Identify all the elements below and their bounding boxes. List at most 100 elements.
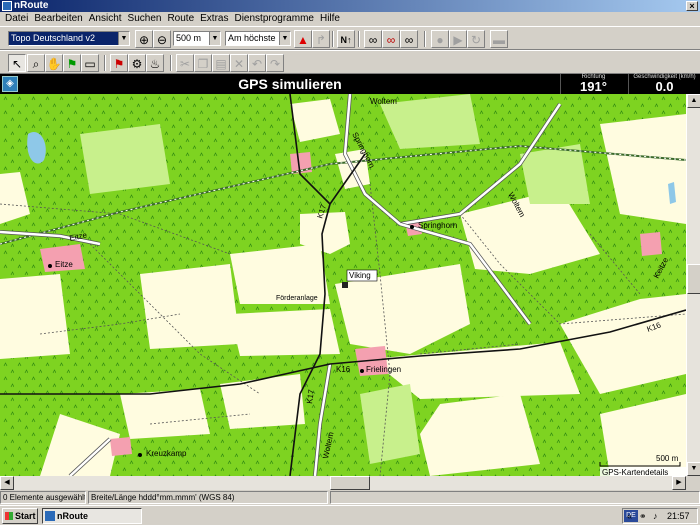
menu-bearbeiten[interactable]: Bearbeiten: [31, 12, 85, 26]
menu-ansicht[interactable]: Ansicht: [86, 12, 125, 26]
close-button[interactable]: ×: [686, 1, 698, 11]
turn-arrow-button[interactable]: ↱: [312, 30, 330, 48]
scroll-down-button[interactable]: ▼: [687, 462, 700, 476]
zoom-scale-value: 500 m: [176, 33, 202, 43]
binoculars-flag-icon: ∞: [386, 33, 396, 47]
vertical-scrollbar[interactable]: ▲ ▼: [686, 94, 700, 476]
scroll-left-button[interactable]: ◀: [0, 476, 14, 490]
vehicle-tool-button[interactable]: ♨: [146, 54, 164, 72]
menu-dienstprogramme[interactable]: Dienstprogramme: [231, 12, 316, 26]
menu-suchen[interactable]: Suchen: [125, 12, 165, 26]
task-label: nRoute: [57, 511, 88, 521]
menu-datei[interactable]: Datei: [2, 12, 31, 26]
map-product-value: Topo Deutschland v2: [11, 33, 96, 43]
title-bar: nRoute ×: [0, 0, 700, 12]
waypoint-tool-button[interactable]: ⚑: [63, 54, 81, 72]
measure-tool-button[interactable]: ▭: [81, 54, 99, 72]
vertical-scroll-thumb[interactable]: [687, 264, 700, 294]
zoom-out-icon: ⊖: [156, 33, 168, 47]
delete-button[interactable]: ✕: [230, 54, 248, 72]
gps-simulation-bar: ◈ GPS simulieren Richtung 191° Geschwind…: [0, 74, 700, 94]
taskbar: Start nRoute DE « ⚭ ♪ 21:57: [0, 505, 700, 525]
map-canvas[interactable]: Woltem Springhorn K17 Springhorn Woltem …: [0, 94, 686, 476]
coordinate-format-status: Breite/Länge hddd°mm.mmm' (WGS 84): [88, 491, 328, 504]
speed-meter: Geschwindigkeit (km/h) 0.0: [628, 74, 700, 94]
detail-level-select[interactable]: Am höchste ▼: [225, 31, 291, 46]
horizontal-scroll-thumb[interactable]: [330, 476, 370, 490]
gps-title: GPS simulieren: [238, 76, 342, 92]
menu-hilfe[interactable]: Hilfe: [317, 12, 343, 26]
toolbar-separator: [104, 55, 106, 71]
label-springhorn: Springhorn: [418, 221, 457, 230]
tray-link-icon[interactable]: ⚭: [639, 509, 647, 523]
scroll-up-button[interactable]: ▲: [687, 94, 700, 108]
binoculars-house-icon: ∞: [404, 33, 414, 47]
menu-extras[interactable]: Extras: [197, 12, 231, 26]
heading-up-button[interactable]: ▲: [294, 30, 312, 48]
zoom-tool-button[interactable]: ⌕: [27, 54, 45, 72]
record-button[interactable]: ●: [431, 30, 449, 48]
device-button[interactable]: ▬: [490, 30, 508, 48]
find-address-button[interactable]: ∞: [400, 30, 418, 48]
cut-button[interactable]: ✂: [176, 54, 194, 72]
play-icon: ▶: [453, 33, 463, 47]
copy-icon: ❐: [197, 57, 209, 71]
bicycle-icon: ♨: [149, 57, 161, 71]
menu-route[interactable]: Route: [164, 12, 197, 26]
redo-button[interactable]: ↷: [266, 54, 284, 72]
app-icon: [2, 1, 12, 11]
kreuzkamp-marker: [138, 453, 142, 457]
find-button[interactable]: ∞: [364, 30, 382, 48]
map-svg[interactable]: Woltem Springhorn K17 Springhorn Woltem …: [0, 94, 686, 476]
tray-arrow-icon[interactable]: «: [627, 509, 632, 523]
track-tool-button[interactable]: ⚙: [128, 54, 146, 72]
selection-status: 0 Elemente ausgewählt: [0, 491, 86, 504]
pointer-icon: ↖: [11, 57, 23, 71]
start-label: Start: [15, 511, 36, 521]
main-toolbar: Topo Deutschland v2 ▼ ⊕ ⊖ 500 m ▼ Am höc…: [0, 26, 700, 50]
toolbar-separator: [424, 31, 426, 47]
select-tool-button[interactable]: ↖: [8, 54, 26, 72]
gps-map-details-link[interactable]: GPS-Kartendetails: [602, 468, 668, 476]
taskbar-nroute[interactable]: nRoute: [42, 508, 142, 524]
toolbar-separator: [358, 31, 360, 47]
map-product-select[interactable]: Topo Deutschland v2 ▼: [8, 31, 130, 46]
turn-arrow-icon: ↱: [315, 33, 327, 47]
device-icon: ▬: [493, 33, 505, 47]
copy-button[interactable]: ❐: [194, 54, 212, 72]
zoom-out-button[interactable]: ⊖: [153, 30, 171, 48]
label-kreuzkamp: Kreuzkamp: [146, 449, 187, 458]
chevron-down-icon: ▼: [279, 32, 290, 45]
eitze-marker: [48, 264, 52, 268]
loop-button[interactable]: ↻: [467, 30, 485, 48]
label-frielingen: Frielingen: [366, 365, 401, 374]
play-button[interactable]: ▶: [449, 30, 467, 48]
chevron-down-icon: ▼: [118, 32, 129, 45]
undo-button[interactable]: ↶: [248, 54, 266, 72]
clock[interactable]: 21:57: [667, 509, 690, 523]
scroll-right-button[interactable]: ▶: [672, 476, 686, 490]
zoom-in-button[interactable]: ⊕: [135, 30, 153, 48]
pan-tool-button[interactable]: ✋: [45, 54, 63, 72]
track-icon: ⚙: [131, 57, 143, 71]
north-up-button[interactable]: N↑: [337, 30, 355, 48]
status-pane-empty: [330, 491, 700, 504]
red-triangle-icon: ▲: [297, 33, 309, 47]
scale-label: 500 m: [656, 454, 679, 463]
frielingen-marker: [360, 369, 364, 373]
zoom-scale-select[interactable]: 500 m ▼: [173, 31, 221, 46]
record-icon: ●: [436, 33, 444, 47]
heading-value: 191°: [580, 79, 607, 94]
label-viking: Viking: [349, 271, 371, 280]
paste-button[interactable]: ▤: [212, 54, 230, 72]
ruler-icon: ▭: [84, 57, 96, 71]
status-bar: 0 Elemente ausgewählt Breite/Länge hddd°…: [0, 490, 700, 505]
horizontal-scrollbar[interactable]: ◀ ▶: [0, 476, 686, 490]
volume-icon[interactable]: ♪: [653, 509, 658, 523]
label-foerderanlage: Förderanlage: [276, 295, 318, 302]
toolbar-separator: [332, 31, 334, 47]
scroll-corner: [686, 476, 700, 490]
find-nearby-button[interactable]: ∞: [382, 30, 400, 48]
route-tool-button[interactable]: ⚑: [110, 54, 128, 72]
start-button[interactable]: Start: [2, 508, 38, 524]
